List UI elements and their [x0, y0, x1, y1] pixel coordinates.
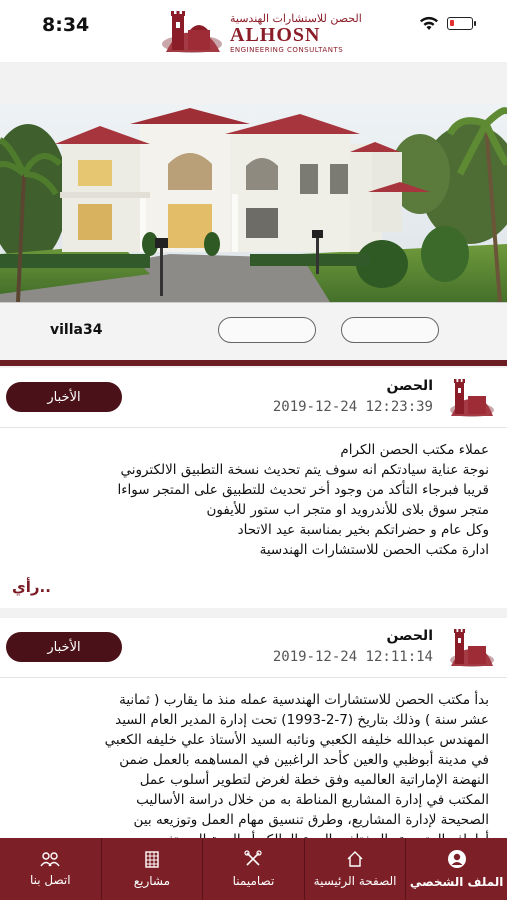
- post-date: 2019-12-24 12:11:14: [272, 649, 433, 665]
- post-line: نوجة عناية سيادتكم انه سوف يتم تحديث نسخ…: [120, 462, 489, 478]
- nav-contact-us[interactable]: اتصل بنا: [0, 838, 102, 900]
- news-card-header: الحصن 2019-12-24 12:11:14 الأخبار: [0, 618, 507, 678]
- villa-action-pill-1[interactable]: [218, 317, 316, 343]
- villa-action-pill-2[interactable]: [341, 317, 439, 343]
- logo-subtitle-text: ENGINEERING CONSULTANTS: [230, 46, 344, 54]
- status-time: 8:34: [42, 14, 90, 36]
- post-line: قريبا فبرجاء التأكد من وجود أخر تحديث لل…: [117, 482, 489, 498]
- nav-projects[interactable]: مشاريع: [102, 838, 204, 900]
- nav-label: اتصل بنا: [29, 873, 71, 887]
- post-line: عشر سنة ) وذلك بتاريخ (7-2-1993) تحت إدا…: [115, 712, 489, 728]
- news-tag-button[interactable]: الأخبار: [6, 632, 122, 662]
- status-icons: [419, 16, 476, 31]
- post-line: وكل عام و حضراتكم بخير بمناسبة عيد الاتح…: [237, 522, 489, 538]
- app-header: 8:34 الحصن للاستشارات الهندسية ALHOSN EN…: [0, 0, 507, 62]
- news-card: الحصن 2019-12-24 12:23:39 الأخبار عملاء …: [0, 368, 507, 608]
- villa-hero-image[interactable]: [0, 104, 507, 302]
- news-card: الحصن 2019-12-24 12:11:14 الأخبار بدأ مك…: [0, 618, 507, 848]
- user-icon: [447, 850, 466, 868]
- post-line: متجر سوق بلاى للأندرويد او متجر اب ستور …: [206, 502, 489, 518]
- bottom-navigation: اتصل بنا مشاريع تصاميمنا الصفحة الرئيسية: [0, 838, 507, 900]
- post-author: الحصن: [386, 378, 433, 394]
- post-body: بدأ مكتب الحصن للاستشارات الهندسية عمله …: [0, 690, 507, 850]
- nav-designs[interactable]: تصاميمنا: [203, 838, 305, 900]
- nav-profile[interactable]: الملف الشخصي: [406, 838, 507, 900]
- people-icon: [40, 852, 60, 867]
- castle-logo-icon: [162, 11, 222, 53]
- author-avatar-icon: [450, 379, 494, 417]
- company-logo: الحصن للاستشارات الهندسية ALHOSN ENGINEE…: [158, 8, 362, 56]
- post-line: عملاء مكتب الحصن الكرام: [340, 442, 489, 458]
- post-body: عملاء مكتب الحصن الكرام نوجة عناية سيادت…: [0, 440, 507, 560]
- nav-home[interactable]: الصفحة الرئيسية: [305, 838, 407, 900]
- nav-label: مشاريع: [133, 874, 171, 888]
- post-author: الحصن: [386, 628, 433, 644]
- post-line: ادارة مكتب الحصن للاستشارات الهندسية: [259, 542, 489, 558]
- post-line: الصحيحة لإدارة المشاريع، وطرق تنسيق مهام…: [133, 812, 489, 828]
- villa-info-bar: villa34: [0, 302, 507, 360]
- post-line: في مدينة أبوظبي والعين كأحد الراغبين في …: [119, 752, 489, 768]
- battery-icon: [447, 17, 476, 30]
- read-more-link[interactable]: رأي..: [12, 578, 51, 596]
- wifi-icon: [420, 16, 438, 30]
- post-line: النهضة الإماراتية العالميه وفق خطة لغرض …: [139, 772, 489, 788]
- post-date: 2019-12-24 12:23:39: [272, 399, 433, 415]
- section-divider: [0, 360, 507, 366]
- post-line: بدأ مكتب الحصن للاستشارات الهندسية عمله …: [119, 692, 489, 708]
- building-icon: [145, 851, 159, 868]
- post-line: المكتب في إدارة المشاريع المناطة به من خ…: [136, 792, 489, 808]
- tools-icon: [244, 850, 263, 866]
- post-line: المهندس عبدالله خليفه الكعبي ونائبه السي…: [104, 732, 489, 748]
- nav-label: الملف الشخصي: [409, 875, 504, 889]
- news-card-header: الحصن 2019-12-24 12:23:39 الأخبار: [0, 368, 507, 428]
- logo-english-text: ALHOSN: [230, 24, 321, 46]
- nav-label: تصاميمنا: [232, 874, 275, 888]
- nav-label: الصفحة الرئيسية: [313, 874, 397, 888]
- home-icon: [347, 851, 363, 867]
- author-avatar-icon: [450, 629, 494, 667]
- app-screen: 8:34 الحصن للاستشارات الهندسية ALHOSN EN…: [0, 0, 507, 900]
- villa-title: villa34: [50, 322, 103, 338]
- news-tag-button[interactable]: الأخبار: [6, 382, 122, 412]
